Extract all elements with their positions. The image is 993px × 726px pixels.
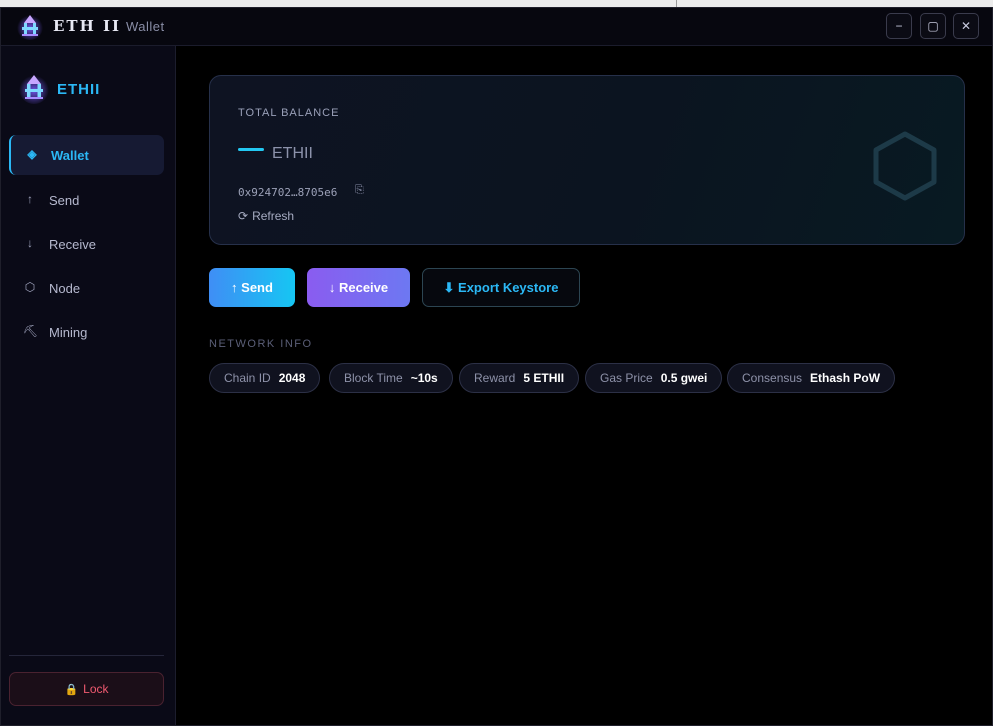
app-window: ETH II Wallet − ▢ ✕ ETHII ◈ Wallet ↑ Sen… (0, 7, 993, 726)
balance-loading-indicator (238, 148, 264, 151)
network-pill-consensus: Consensus Ethash PoW (727, 363, 896, 393)
send-button[interactable]: ↑ Send (209, 268, 295, 307)
app-subtitle: Wallet (126, 19, 165, 34)
network-pill-reward: Reward 5 ETHII (459, 363, 580, 393)
pill-key: Block Time (344, 371, 403, 385)
sidebar-item-label: Mining (49, 325, 88, 340)
lock-icon: 🔒 (64, 684, 79, 696)
brand-name: ETHII (57, 81, 101, 98)
pill-value: 2048 (278, 371, 306, 385)
lock-button[interactable]: 🔒 Lock (9, 672, 164, 706)
network-info-title: NETWORK INFO (209, 338, 313, 350)
copy-icon[interactable]: ⎘ (355, 184, 364, 197)
pill-value: 0.5 gwei (660, 371, 708, 385)
network-pill-chain-id: Chain ID 2048 (209, 363, 321, 393)
maximize-button[interactable]: ▢ (920, 13, 946, 39)
sidebar: ETHII ◈ Wallet ↑ Send ↓ Receive ⬡ Node ⛏… (1, 46, 176, 725)
balance-card: TOTAL BALANCE ETHII 0x924702…8705e6 ⎘ ⟳ R… (209, 75, 965, 245)
sidebar-item-mining[interactable]: ⛏ Mining (9, 312, 164, 352)
pill-key: Reward (474, 371, 516, 385)
background-window-strip (0, 0, 993, 7)
pickaxe-icon: ⛏ (23, 324, 39, 338)
pill-value: 5 ETHII (523, 371, 565, 385)
receive-button[interactable]: ↓ Receive (307, 268, 410, 307)
sidebar-item-label: Node (49, 281, 81, 296)
pill-key: Consensus (742, 371, 803, 385)
network-pill-block-time: Block Time ~10s (329, 363, 453, 393)
sidebar-item-receive[interactable]: ↓ Receive (9, 224, 164, 264)
pill-key: Gas Price (600, 371, 653, 385)
export-keystore-button[interactable]: ⬇ Export Keystore (422, 268, 580, 307)
lock-label: Lock (83, 682, 109, 696)
balance-unit: ETHII (272, 145, 313, 162)
sidebar-divider (9, 655, 164, 656)
minimize-button[interactable]: − (886, 13, 912, 39)
sidebar-item-label: Receive (49, 237, 96, 252)
arrow-down-icon: ↓ (27, 236, 33, 250)
sidebar-item-label: Send (49, 193, 80, 208)
hexagon-watermark-icon (873, 131, 937, 201)
title-bar[interactable]: ETH II Wallet − ▢ ✕ (1, 8, 992, 46)
arrow-up-icon: ↑ (27, 192, 33, 206)
sidebar-item-node[interactable]: ⬡ Node (9, 268, 164, 308)
network-pill-gas-price: Gas Price 0.5 gwei (585, 363, 723, 393)
wallet-icon: ◈ (27, 147, 37, 161)
sidebar-item-wallet[interactable]: ◈ Wallet (9, 135, 164, 175)
pill-value: Ethash PoW (810, 371, 881, 385)
refresh-button[interactable]: ⟳ Refresh (238, 209, 294, 223)
refresh-icon: ⟳ (238, 209, 249, 223)
pill-key: Chain ID (224, 371, 271, 385)
brand-logo-icon (19, 74, 49, 104)
eth2-logo-icon (17, 14, 43, 40)
balance-label: TOTAL BALANCE (238, 107, 340, 119)
close-button[interactable]: ✕ (953, 13, 979, 39)
strip-divider (676, 0, 677, 7)
sidebar-item-send[interactable]: ↑ Send (9, 180, 164, 220)
wallet-address[interactable]: 0x924702…8705e6 (238, 186, 337, 199)
sidebar-item-label: Wallet (51, 148, 89, 163)
pill-value: ~10s (410, 371, 438, 385)
app-title: ETH II (53, 17, 122, 35)
refresh-label: Refresh (252, 209, 295, 223)
hexagon-icon: ⬡ (24, 280, 36, 294)
